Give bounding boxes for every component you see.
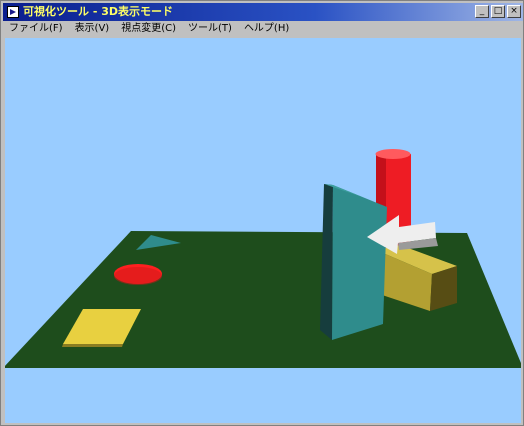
menu-tools[interactable]: ツール(T) (182, 21, 238, 37)
minimize-button[interactable]: _ (475, 5, 489, 18)
app-window: 可視化ツール - 3D表示モード _ □ × ファイル(F) 表示(V) 視点変… (0, 0, 524, 426)
app-icon[interactable] (7, 6, 19, 18)
menu-help[interactable]: ヘルプ(H) (238, 21, 295, 37)
window-controls: _ □ × (475, 5, 521, 18)
red-disc-shadow (114, 267, 162, 285)
teal-prism[interactable] (320, 184, 387, 340)
menu-bar: ファイル(F) 表示(V) 視点変更(C) ツール(T) ヘルプ(H) (3, 21, 523, 37)
yellow-square-edge (62, 344, 123, 347)
menu-view[interactable]: 表示(V) (69, 21, 116, 37)
menu-file[interactable]: ファイル(F) (3, 21, 69, 37)
close-button[interactable]: × (507, 5, 521, 18)
3d-viewport[interactable] (5, 38, 521, 423)
scene-canvas[interactable] (5, 38, 521, 423)
window-title: 可視化ツール - 3D表示モード (23, 5, 174, 18)
title-bar[interactable]: 可視化ツール - 3D表示モード _ □ × (3, 3, 523, 21)
maximize-button[interactable]: □ (491, 5, 505, 18)
menu-viewpoint[interactable]: 視点変更(C) (115, 21, 182, 37)
